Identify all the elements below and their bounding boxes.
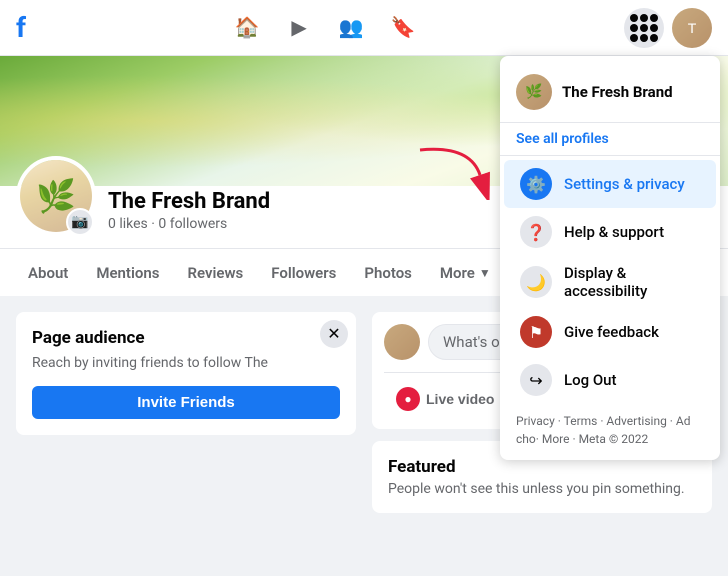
give-feedback-label: Give feedback	[564, 323, 659, 341]
log-out-label: Log Out	[564, 371, 617, 389]
tab-reviews[interactable]: Reviews	[175, 256, 255, 290]
dropdown-header: 🌿 The Fresh Brand	[500, 64, 720, 123]
dropdown-avatar: 🌿	[516, 74, 552, 110]
display-accessibility-label: Display & accessibility	[564, 264, 700, 300]
live-label: Live video	[426, 391, 494, 407]
featured-desc: People won't see this unless you pin som…	[388, 481, 696, 497]
tab-photos[interactable]: Photos	[352, 256, 424, 290]
invite-friends-button[interactable]: Invite Friends	[32, 386, 340, 419]
settings-icon: ⚙️	[520, 168, 552, 200]
help-icon: ❓	[520, 216, 552, 248]
live-icon: ●	[396, 387, 420, 411]
settings-privacy-label: Settings & privacy	[564, 175, 685, 193]
tab-more[interactable]: More ▼	[428, 256, 503, 290]
people-nav-btn[interactable]: 👥	[327, 4, 375, 52]
nav-right: T	[624, 8, 712, 48]
bookmark-nav-btn[interactable]: 🔖	[379, 4, 427, 52]
grid-icon	[630, 14, 658, 42]
nav-left: f	[16, 11, 26, 44]
page-audience-desc: Reach by inviting friends to follow The	[32, 354, 340, 374]
give-feedback-item[interactable]: ⚑ Give feedback	[504, 308, 716, 356]
left-panel: ✕ Page audience Reach by inviting friend…	[16, 312, 356, 560]
account-avatar-btn[interactable]: T	[672, 8, 712, 48]
settings-privacy-item[interactable]: ⚙️ Settings & privacy	[504, 160, 716, 208]
feedback-icon: ⚑	[520, 316, 552, 348]
display-accessibility-item[interactable]: 🌙 Display & accessibility	[504, 256, 716, 308]
moon-icon: 🌙	[520, 266, 552, 298]
page-audience-title: Page audience	[32, 328, 340, 348]
log-out-item[interactable]: ↪ Log Out	[504, 356, 716, 404]
video-nav-btn[interactable]: ▶	[275, 4, 323, 52]
nav-icons: 🏠 ▶ 👥 🔖	[26, 4, 624, 52]
tab-more-label: More	[440, 264, 475, 282]
grid-menu-btn[interactable]	[624, 8, 664, 48]
page-audience-card: ✕ Page audience Reach by inviting friend…	[16, 312, 356, 435]
tab-about[interactable]: About	[16, 256, 80, 290]
camera-badge-btn[interactable]: 📷	[66, 208, 94, 236]
facebook-logo: f	[16, 11, 26, 44]
logout-icon: ↪	[520, 364, 552, 396]
dropdown-profile-name: The Fresh Brand	[562, 83, 673, 101]
profile-stats: 0 likes · 0 followers	[108, 216, 270, 232]
profile-name: The Fresh Brand	[108, 189, 270, 214]
live-video-btn[interactable]: ● Live video	[384, 381, 506, 417]
top-nav: f 🏠 ▶ 👥 🔖 T	[0, 0, 728, 56]
dropdown-menu: 🌿 The Fresh Brand See all profiles ⚙️ Se…	[500, 56, 720, 460]
tab-mentions[interactable]: Mentions	[84, 256, 171, 290]
help-support-label: Help & support	[564, 223, 664, 241]
tab-followers[interactable]: Followers	[259, 256, 348, 290]
home-nav-btn[interactable]: 🏠	[223, 4, 271, 52]
featured-title: Featured	[388, 457, 696, 477]
post-avatar	[384, 324, 420, 360]
profile-text: The Fresh Brand 0 likes · 0 followers	[108, 189, 270, 236]
see-all-profiles-link[interactable]: See all profiles	[500, 127, 720, 156]
help-support-item[interactable]: ❓ Help & support	[504, 208, 716, 256]
dropdown-footer: Privacy · Terms · Advertising · Ad cho· …	[500, 404, 720, 452]
chevron-down-icon: ▼	[479, 266, 491, 280]
close-button[interactable]: ✕	[320, 320, 348, 348]
